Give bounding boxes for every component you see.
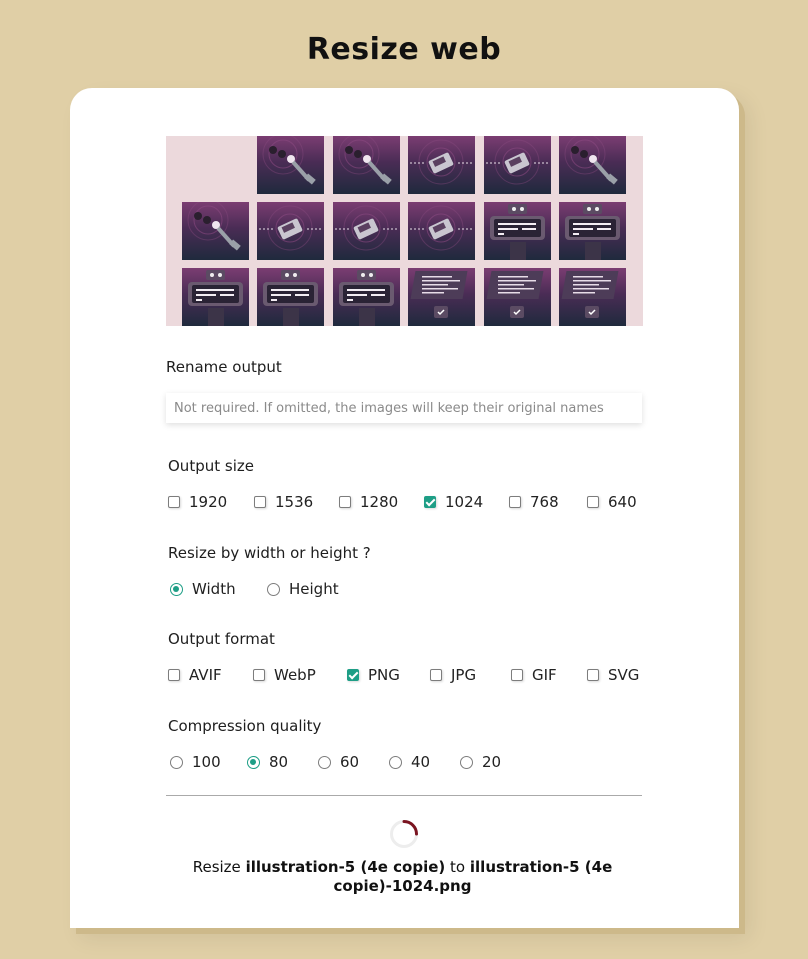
thumbnail-robot[interactable] — [333, 268, 400, 326]
loading-spinner-icon — [390, 820, 418, 848]
checkbox[interactable] — [168, 496, 180, 508]
output-size-label: Output size — [168, 457, 254, 475]
checkbox[interactable] — [347, 669, 359, 681]
thumbnail-robot[interactable] — [182, 268, 249, 326]
radio[interactable] — [318, 755, 331, 769]
thumbnail-circuit-board[interactable] — [484, 268, 551, 326]
format-option-gif[interactable]: GIF — [511, 664, 557, 686]
checkbox[interactable] — [587, 496, 599, 508]
radio[interactable] — [460, 755, 473, 769]
thumbnail-robot[interactable] — [257, 268, 324, 326]
thumbnail-device[interactable] — [408, 136, 475, 194]
thumbnail-device[interactable] — [408, 202, 475, 260]
radio[interactable] — [389, 755, 402, 769]
thumbnail-traffic-light[interactable] — [333, 136, 400, 194]
checkbox[interactable] — [587, 669, 599, 681]
thumbnail-device[interactable] — [484, 136, 551, 194]
status-source-file: illustration-5 (4e copie) — [245, 858, 446, 876]
checkbox[interactable] — [511, 669, 523, 681]
checkbox[interactable] — [168, 669, 180, 681]
checkbox[interactable] — [253, 669, 265, 681]
thumbnail-robot[interactable] — [559, 202, 626, 260]
resize-status: Resize illustration-5 (4e copie) to illu… — [150, 858, 655, 896]
quality-100-radio[interactable]: 100 — [170, 751, 221, 773]
resize-card: Rename output Output size 1920 1536 1280… — [70, 88, 739, 928]
rename-input[interactable] — [166, 393, 642, 423]
quality-20-radio[interactable]: 20 — [460, 751, 501, 773]
quality-80-radio[interactable]: 80 — [247, 751, 288, 773]
app-title: Resize web — [306, 32, 502, 67]
thumbnail-robot[interactable] — [484, 202, 551, 260]
size-option-1280[interactable]: 1280 — [339, 491, 398, 513]
thumbnail-circuit-board[interactable] — [559, 268, 626, 326]
radio[interactable] — [267, 582, 280, 596]
output-format-label: Output format — [168, 630, 275, 648]
thumbnail-device[interactable] — [333, 202, 400, 260]
status-middle: to — [450, 858, 466, 876]
resize-by-height-radio[interactable]: Height — [267, 578, 339, 600]
size-option-1536[interactable]: 1536 — [254, 491, 313, 513]
radio[interactable] — [170, 755, 183, 769]
checkbox[interactable] — [424, 496, 436, 508]
format-option-webp[interactable]: WebP — [253, 664, 316, 686]
size-option-768[interactable]: 768 — [509, 491, 559, 513]
size-option-1024[interactable]: 1024 — [424, 491, 483, 513]
quality-60-radio[interactable]: 60 — [318, 751, 359, 773]
thumbnail-traffic-light[interactable] — [257, 136, 324, 194]
thumbnail-traffic-light[interactable] — [559, 136, 626, 194]
resize-by-label: Resize by width or height ? — [168, 544, 371, 562]
size-option-1920[interactable]: 1920 — [168, 491, 227, 513]
status-prefix: Resize — [192, 858, 241, 876]
thumbnail-traffic-light[interactable] — [182, 202, 249, 260]
format-option-jpg[interactable]: JPG — [430, 664, 476, 686]
resize-by-width-radio[interactable]: Width — [170, 578, 236, 600]
radio[interactable] — [170, 582, 183, 596]
format-option-svg[interactable]: SVG — [587, 664, 639, 686]
size-option-640[interactable]: 640 — [587, 491, 637, 513]
quality-40-radio[interactable]: 40 — [389, 751, 430, 773]
radio[interactable] — [247, 755, 260, 769]
thumbnail-grid — [166, 136, 643, 326]
format-option-png[interactable]: PNG — [347, 664, 400, 686]
checkbox[interactable] — [339, 496, 351, 508]
thumbnail-circuit-board[interactable] — [408, 268, 475, 326]
rename-label: Rename output — [166, 358, 282, 376]
format-option-avif[interactable]: AVIF — [168, 664, 222, 686]
compression-label: Compression quality — [168, 717, 322, 735]
checkbox[interactable] — [430, 669, 442, 681]
checkbox[interactable] — [254, 496, 266, 508]
checkbox[interactable] — [509, 496, 521, 508]
spinner-arc — [402, 820, 418, 836]
thumbnail-device[interactable] — [257, 202, 324, 260]
divider — [166, 795, 642, 796]
